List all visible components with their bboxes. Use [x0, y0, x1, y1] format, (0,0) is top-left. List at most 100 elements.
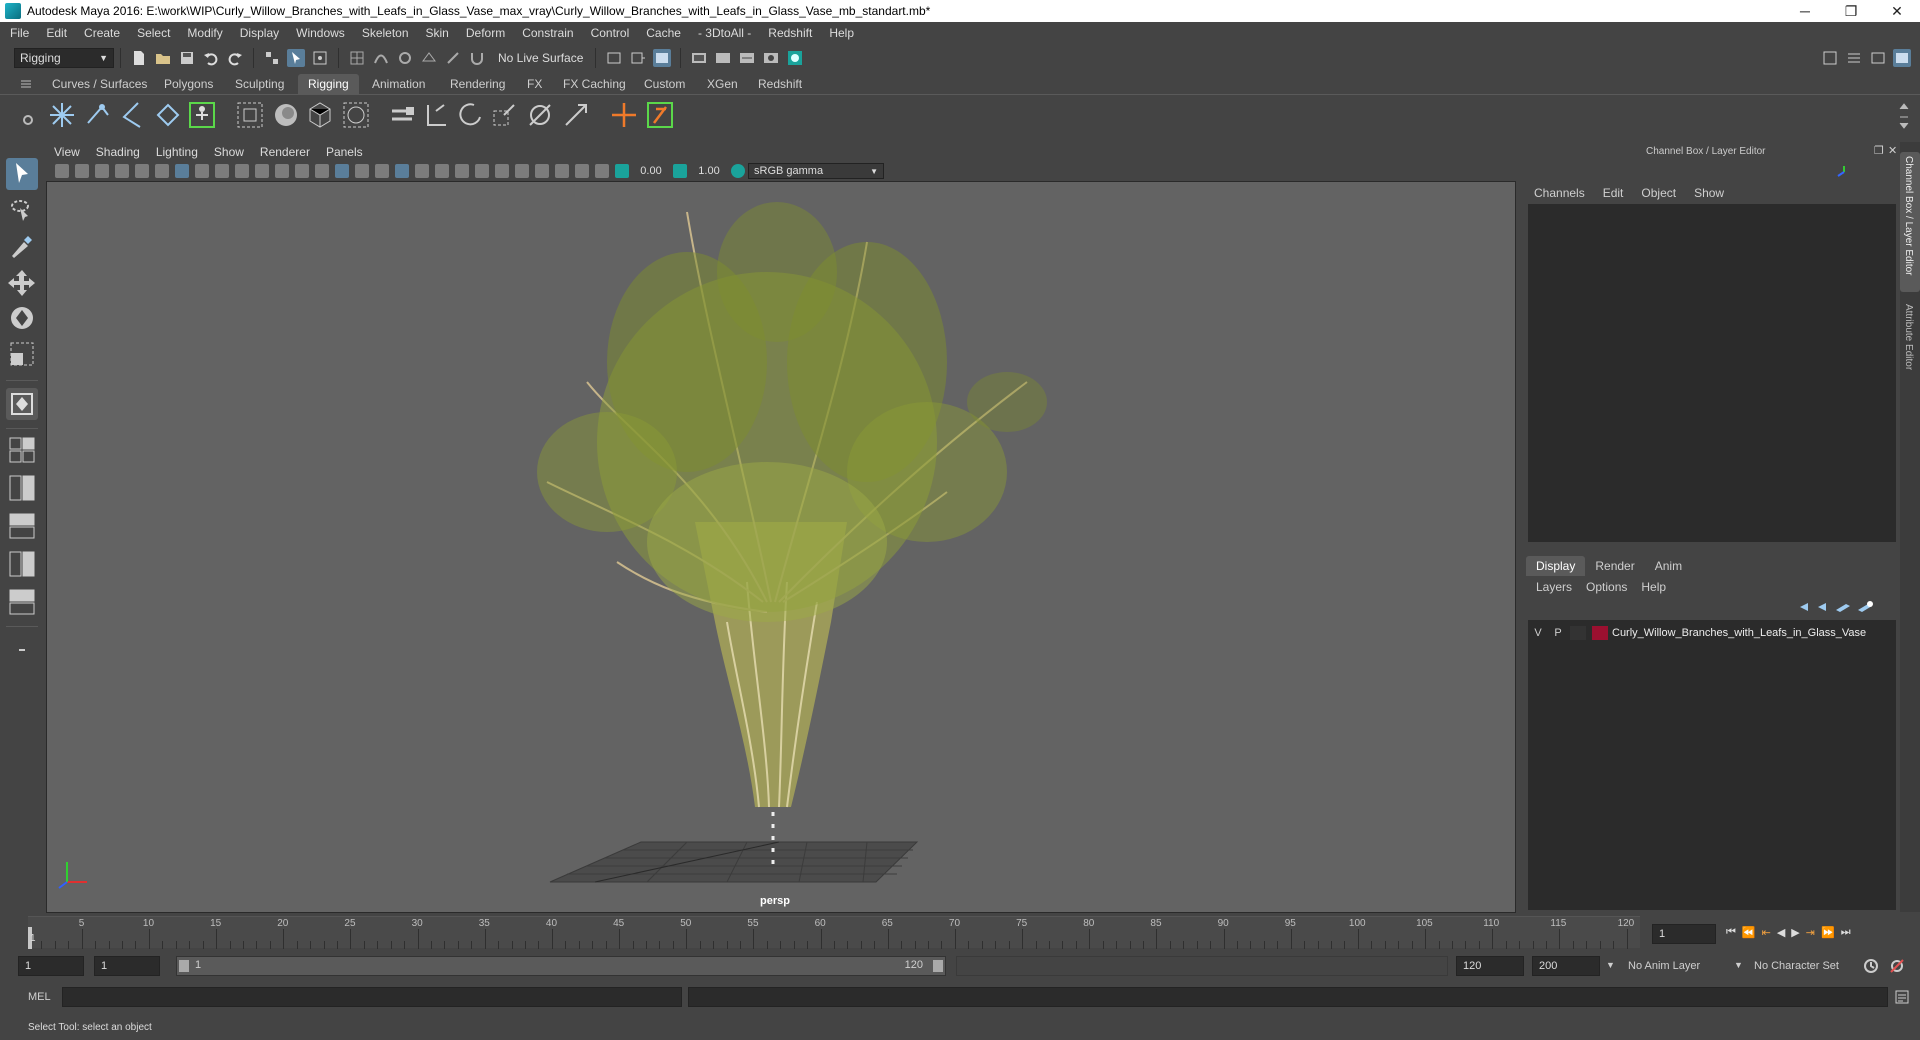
exposure-icon[interactable] — [615, 164, 629, 178]
color-space-selector[interactable]: sRGB gamma ▼ — [748, 163, 884, 179]
play-forwards-icon[interactable]: ▶ — [1791, 926, 1799, 939]
cluster-icon[interactable] — [386, 99, 418, 131]
shadows-icon[interactable] — [415, 164, 429, 178]
render-settings-icon[interactable] — [738, 49, 756, 67]
restore-button[interactable]: ❐ — [1828, 3, 1874, 20]
layer-options-menu[interactable]: Options — [1586, 580, 1627, 594]
layer-type-toggle[interactable] — [1570, 626, 1586, 640]
new-empty-layer-icon[interactable] — [1832, 600, 1854, 614]
step-forward-key-icon[interactable]: ⏩ — [1821, 926, 1835, 939]
channel-box-toggle-icon[interactable] — [1893, 49, 1911, 67]
auto-keyframe-icon[interactable] — [1862, 957, 1880, 975]
command-language-label[interactable]: MEL — [28, 991, 51, 1003]
channels-menu[interactable]: Channels — [1534, 186, 1585, 200]
menu-skeleton[interactable]: Skeleton — [362, 26, 409, 40]
shelf-tab-curves-surfaces[interactable]: Curves / Surfaces — [42, 74, 157, 94]
layer-name[interactable]: Curly_Willow_Branches_with_Leafs_in_Glas… — [1612, 627, 1866, 639]
channel-list[interactable] — [1528, 204, 1896, 542]
anim-layer-selector[interactable]: No Anim Layer — [1622, 956, 1740, 976]
render-current-frame-icon[interactable] — [690, 49, 708, 67]
menu-cache[interactable]: Cache — [646, 26, 681, 40]
point-constraint-icon[interactable] — [420, 99, 452, 131]
wrap-deformer-icon[interactable] — [340, 99, 372, 131]
layer-row[interactable]: V P Curly_Willow_Branches_with_Leafs_in_… — [1528, 622, 1896, 644]
gamma-icon[interactable] — [673, 164, 687, 178]
layers-menu[interactable]: Layers — [1536, 580, 1572, 594]
channel-show-menu[interactable]: Show — [1694, 186, 1724, 200]
script-editor-icon[interactable] — [1894, 989, 1910, 1005]
time-slider-track[interactable]: 5 10 15 20 25 30 35 40 45 50 55 60 65 70 75 80 85 90 95 100… — [28, 916, 1640, 949]
move-layer-down-icon[interactable] — [1814, 600, 1832, 614]
motion-blur-icon[interactable] — [475, 164, 489, 178]
safe-title-icon[interactable] — [295, 164, 309, 178]
menu-redshift[interactable]: Redshift — [768, 26, 812, 40]
attribute-editor-toggle-icon[interactable] — [1845, 49, 1863, 67]
snap-view-plane-icon[interactable] — [420, 49, 438, 67]
hypershade-icon[interactable] — [762, 49, 780, 67]
menu-control[interactable]: Control — [591, 26, 630, 40]
current-frame-field[interactable]: 1 — [1652, 924, 1716, 944]
float-panel-icon[interactable]: ❐ — [1874, 144, 1884, 157]
lasso-tool-icon[interactable] — [6, 194, 38, 226]
scale-constraint-icon[interactable] — [524, 99, 556, 131]
animation-start-field[interactable]: 1 — [18, 956, 84, 976]
shelf-tab-sculpting[interactable]: Sculpting — [225, 74, 294, 94]
xray-active-icon[interactable] — [595, 164, 609, 178]
layer-playback-toggle[interactable]: P — [1548, 627, 1568, 639]
use-all-lights-icon[interactable] — [395, 164, 409, 178]
menu-create[interactable]: Create — [84, 26, 120, 40]
bookmark-icon[interactable] — [95, 164, 109, 178]
bind-skin-icon[interactable] — [234, 99, 266, 131]
gamma-value[interactable]: 1.00 — [690, 165, 728, 177]
shelf-tab-polygons[interactable]: Polygons — [154, 74, 223, 94]
side-tab-attribute-editor[interactable]: Attribute Editor — [1900, 300, 1920, 410]
viewport-menu-show[interactable]: Show — [214, 145, 244, 159]
field-chart-icon[interactable] — [255, 164, 269, 178]
wireframe-icon[interactable] — [315, 164, 329, 178]
locator-icon[interactable] — [608, 99, 640, 131]
hypershade-persp-layout-icon[interactable] — [6, 586, 38, 618]
insert-joint-icon[interactable] — [82, 99, 114, 131]
textured-icon[interactable] — [375, 164, 389, 178]
camera-attributes-icon[interactable] — [75, 164, 89, 178]
safe-action-icon[interactable] — [275, 164, 289, 178]
mode-selector[interactable]: Rigging ▼ — [14, 48, 114, 68]
select-tool-icon[interactable] — [6, 158, 38, 190]
playback-end-field[interactable]: 120 — [1456, 956, 1524, 976]
shelf-settings-gear-icon[interactable] — [22, 114, 34, 126]
channel-edit-menu[interactable]: Edit — [1603, 186, 1624, 200]
play-backwards-icon[interactable]: ◀ — [1777, 926, 1785, 939]
snap-grid-icon[interactable] — [348, 49, 366, 67]
menu-skin[interactable]: Skin — [426, 26, 449, 40]
shelf-menu-icon[interactable] — [20, 78, 32, 90]
redshift-render-icon[interactable] — [786, 49, 804, 67]
2d-pan-zoom-icon[interactable] — [135, 164, 149, 178]
menu-windows[interactable]: Windows — [296, 26, 345, 40]
shelf-tab-rendering[interactable]: Rendering — [440, 74, 515, 94]
viewport-menu-panels[interactable]: Panels — [326, 145, 363, 159]
menu-select[interactable]: Select — [137, 26, 170, 40]
wireframe-on-shaded-icon[interactable] — [355, 164, 369, 178]
ik-spline-icon[interactable] — [152, 99, 184, 131]
orient-constraint-icon[interactable] — [488, 99, 520, 131]
xray-icon[interactable] — [555, 164, 569, 178]
channel-object-menu[interactable]: Object — [1641, 186, 1676, 200]
ik-handle-icon[interactable] — [116, 99, 148, 131]
aim-constraint-icon[interactable] — [454, 99, 486, 131]
undo-icon[interactable] — [202, 49, 220, 67]
scale-tool-icon[interactable] — [6, 338, 38, 370]
command-input[interactable] — [62, 987, 682, 1007]
chevron-down-icon[interactable]: ▼ — [1606, 960, 1615, 970]
rotate-tool-icon[interactable] — [6, 302, 38, 334]
screen-space-ao-icon[interactable] — [455, 164, 469, 178]
step-forward-frame-icon[interactable]: ⇥ — [1806, 926, 1815, 939]
modeling-toolkit-icon[interactable] — [1821, 49, 1839, 67]
depth-of-field-icon[interactable] — [515, 164, 529, 178]
viewport-menu-view[interactable]: View — [54, 145, 80, 159]
select-object-icon[interactable] — [287, 49, 305, 67]
menu-help[interactable]: Help — [829, 26, 854, 40]
character-set-selector[interactable]: No Character Set — [1748, 956, 1868, 976]
minimize-button[interactable]: ─ — [1782, 3, 1828, 20]
step-back-key-icon[interactable]: ⏪ — [1742, 926, 1756, 939]
construction-history-icon[interactable] — [629, 49, 647, 67]
